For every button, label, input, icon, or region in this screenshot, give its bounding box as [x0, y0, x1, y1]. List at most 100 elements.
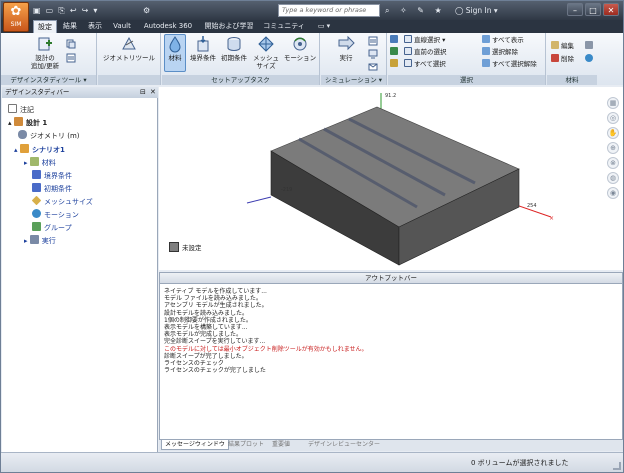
output-line: ライセンスのチェックが完了しました	[164, 367, 266, 375]
steering-wheel-icon[interactable]: ◎	[607, 112, 619, 124]
pan-icon[interactable]: ✋	[607, 127, 619, 139]
z-axis-line	[246, 196, 272, 204]
design-group-title[interactable]: デザインスタディツール ▾	[1, 75, 96, 85]
y-axis-label: 91.2	[385, 93, 396, 99]
tab-critical-values[interactable]: 重要値	[269, 440, 293, 450]
tree-item-material[interactable]: ▸ 材料	[24, 157, 56, 168]
motion-button[interactable]: モーション	[283, 35, 317, 62]
tab-design-review-center[interactable]: デザインレビューセンター	[305, 440, 383, 450]
run-button[interactable]: 実行	[329, 35, 363, 62]
line-select-dropdown[interactable]: 直線選択 ▾	[404, 35, 445, 45]
tab-message-window[interactable]: メッセージウィンドウ	[161, 440, 229, 450]
material-icon	[29, 157, 39, 166]
center-icon[interactable]: ◉	[607, 187, 619, 199]
close-button[interactable]: ✕	[603, 3, 619, 16]
minimize-button[interactable]: –	[567, 3, 583, 16]
application-window: ▣ ▭ ⎘ ↩ ↪ ▾ ⚙ Type a keyword or phrase ⌕…	[0, 0, 624, 473]
design-copy-icon[interactable]	[65, 39, 77, 49]
look-icon[interactable]: ◍	[607, 172, 619, 184]
select-mode-icon[interactable]	[390, 35, 400, 45]
geometry-tool-button[interactable]: ジオメトリツール	[100, 35, 158, 62]
graphics-viewport[interactable]: 91.2 -219 254 × ▦ ◎ ✋ ⊕ ⊗ ◍ ◉ 未設定	[159, 87, 623, 270]
tree-item-notes[interactable]: 注記	[8, 104, 34, 115]
orbit-icon[interactable]: ⊗	[607, 157, 619, 169]
ribbon-tabs: 設定 結果 表示 Vault Autodesk 360 開始および学習 コミュニ…	[1, 20, 623, 33]
qa-save-icon[interactable]: ⎘	[58, 6, 64, 15]
motion-icon	[293, 37, 307, 51]
output-bar-header[interactable]: アウトプットバー	[159, 272, 623, 284]
tab-getting-started[interactable]: 開始および学習	[201, 20, 257, 33]
select-volume-icon[interactable]	[390, 47, 400, 57]
deselect-all-button[interactable]: すべて選択解除	[482, 59, 537, 69]
tab-vault[interactable]: Vault	[109, 20, 135, 33]
design-update-button[interactable]: 設計の 追加/更新	[27, 35, 63, 70]
boundary-icon	[32, 170, 41, 179]
tree-item-run[interactable]: ▸ 実行	[24, 235, 56, 246]
help-tools-icons[interactable]: ⌕ ✧ ✎ ★	[385, 4, 446, 17]
tab-community[interactable]: コミュニティ	[259, 20, 309, 33]
qa-new-icon[interactable]: ▣	[33, 6, 41, 15]
material-button[interactable]: 材料	[164, 34, 186, 72]
output-line: 1個の制御要が作成されました。	[164, 316, 252, 324]
panel-float-icon[interactable]: ⊟	[140, 87, 146, 98]
qa-undo-icon[interactable]: ↩	[70, 6, 77, 15]
material-globe-icon[interactable]	[585, 54, 595, 64]
initial-icon	[32, 183, 41, 192]
show-all-button[interactable]: すべて表示	[482, 35, 524, 45]
resize-grip-icon[interactable]	[613, 462, 621, 470]
mesh-size-button[interactable]: メッシュ サイズ	[250, 35, 282, 70]
deselect-button[interactable]: 選択解除	[482, 47, 518, 57]
qa-redo-icon[interactable]: ↪	[82, 6, 89, 15]
qa-dropdown-icon[interactable]: ▾	[93, 6, 97, 15]
tab-autodesk-360[interactable]: Autodesk 360	[137, 20, 199, 33]
panel-close-icon[interactable]: ✕	[150, 87, 156, 98]
tree-item-initial[interactable]: 初期条件	[32, 183, 72, 194]
tab-result-plots[interactable]: 結果プロット	[225, 440, 267, 450]
design-study-panel: デザインスタディバー ⊟ ✕ 注記 ▴ 設計 1 ジオメトリ (m) ▴ シナリ…	[2, 87, 158, 464]
group-icon	[32, 222, 41, 231]
sign-in-button[interactable]: ◯ Sign In ▾	[455, 4, 498, 17]
select-all-button[interactable]: すべて選択	[404, 59, 446, 69]
tree-item-scenario[interactable]: ▴ シナリオ1	[14, 144, 65, 155]
simulation-title[interactable]: シミュレーション ▾	[321, 75, 386, 85]
tab-view[interactable]: 表示	[83, 20, 107, 33]
qa-open-icon[interactable]: ▭	[46, 6, 54, 15]
help-search-input[interactable]: Type a keyword or phrase	[278, 4, 380, 17]
output-warning-line: このモデルに対しては最小オブジェクト削除ツールが有効かもしれません。	[164, 345, 368, 353]
material-settings-icon[interactable]	[585, 41, 595, 51]
simulation-mail-icon[interactable]	[367, 62, 379, 72]
tree-item-motion[interactable]: モーション	[32, 209, 79, 220]
selection-group: 直線選択 ▾ 直前の選択 すべて選択 すべて表示 選択解除 すべて選択解除 選択	[388, 33, 546, 85]
settings-icon[interactable]: ⚙	[143, 4, 150, 17]
output-line: 完全診断スイープを実行しています...	[164, 338, 266, 346]
application-menu-button[interactable]: ✿ SIM	[3, 2, 29, 32]
simulation-monitor-icon[interactable]	[367, 49, 379, 59]
output-messages: ネイティブ モデルを作成しています... モデル ファイルを読み込みました。 ア…	[159, 284, 623, 440]
viewcube-icon[interactable]: ▦	[607, 97, 619, 109]
boundary-conditions-button[interactable]: 境界条件	[188, 35, 218, 62]
tree-item-group[interactable]: グループ	[32, 222, 72, 233]
tree-item-mesh[interactable]: メッシュサイズ	[31, 195, 93, 207]
boundary-conditions-icon	[197, 36, 209, 52]
output-tabs: メッセージウィンドウ 結果プロット 重要値 デザインレビューセンター	[159, 440, 623, 451]
zoom-icon[interactable]: ⊕	[607, 142, 619, 154]
previous-selection-button[interactable]: 直前の選択	[404, 47, 447, 57]
mesh-icon	[31, 195, 42, 206]
initial-conditions-button[interactable]: 初期条件	[219, 35, 249, 62]
tree-item-geometry[interactable]: ジオメトリ (m)	[18, 130, 80, 141]
tab-results[interactable]: 結果	[58, 20, 82, 33]
material-edit-button[interactable]: 編集	[551, 41, 574, 51]
design-list-icon[interactable]	[65, 53, 77, 63]
tab-setup[interactable]: 設定	[33, 20, 57, 33]
maximize-button[interactable]: □	[585, 3, 601, 16]
material-title: 材料	[547, 75, 597, 85]
simulation-report-icon[interactable]	[367, 36, 379, 46]
tree-item-design[interactable]: ▴ 設計 1	[8, 117, 47, 128]
select-surface-icon[interactable]	[390, 59, 400, 69]
geometry-tool-icon	[122, 36, 136, 50]
design-icon	[13, 117, 23, 126]
material-legend: 未設定	[169, 242, 202, 253]
tab-extra-dropdown[interactable]: ▭ ▾	[313, 20, 335, 33]
tree-item-boundary[interactable]: 境界条件	[32, 170, 72, 181]
material-delete-button[interactable]: 削除	[551, 54, 574, 64]
